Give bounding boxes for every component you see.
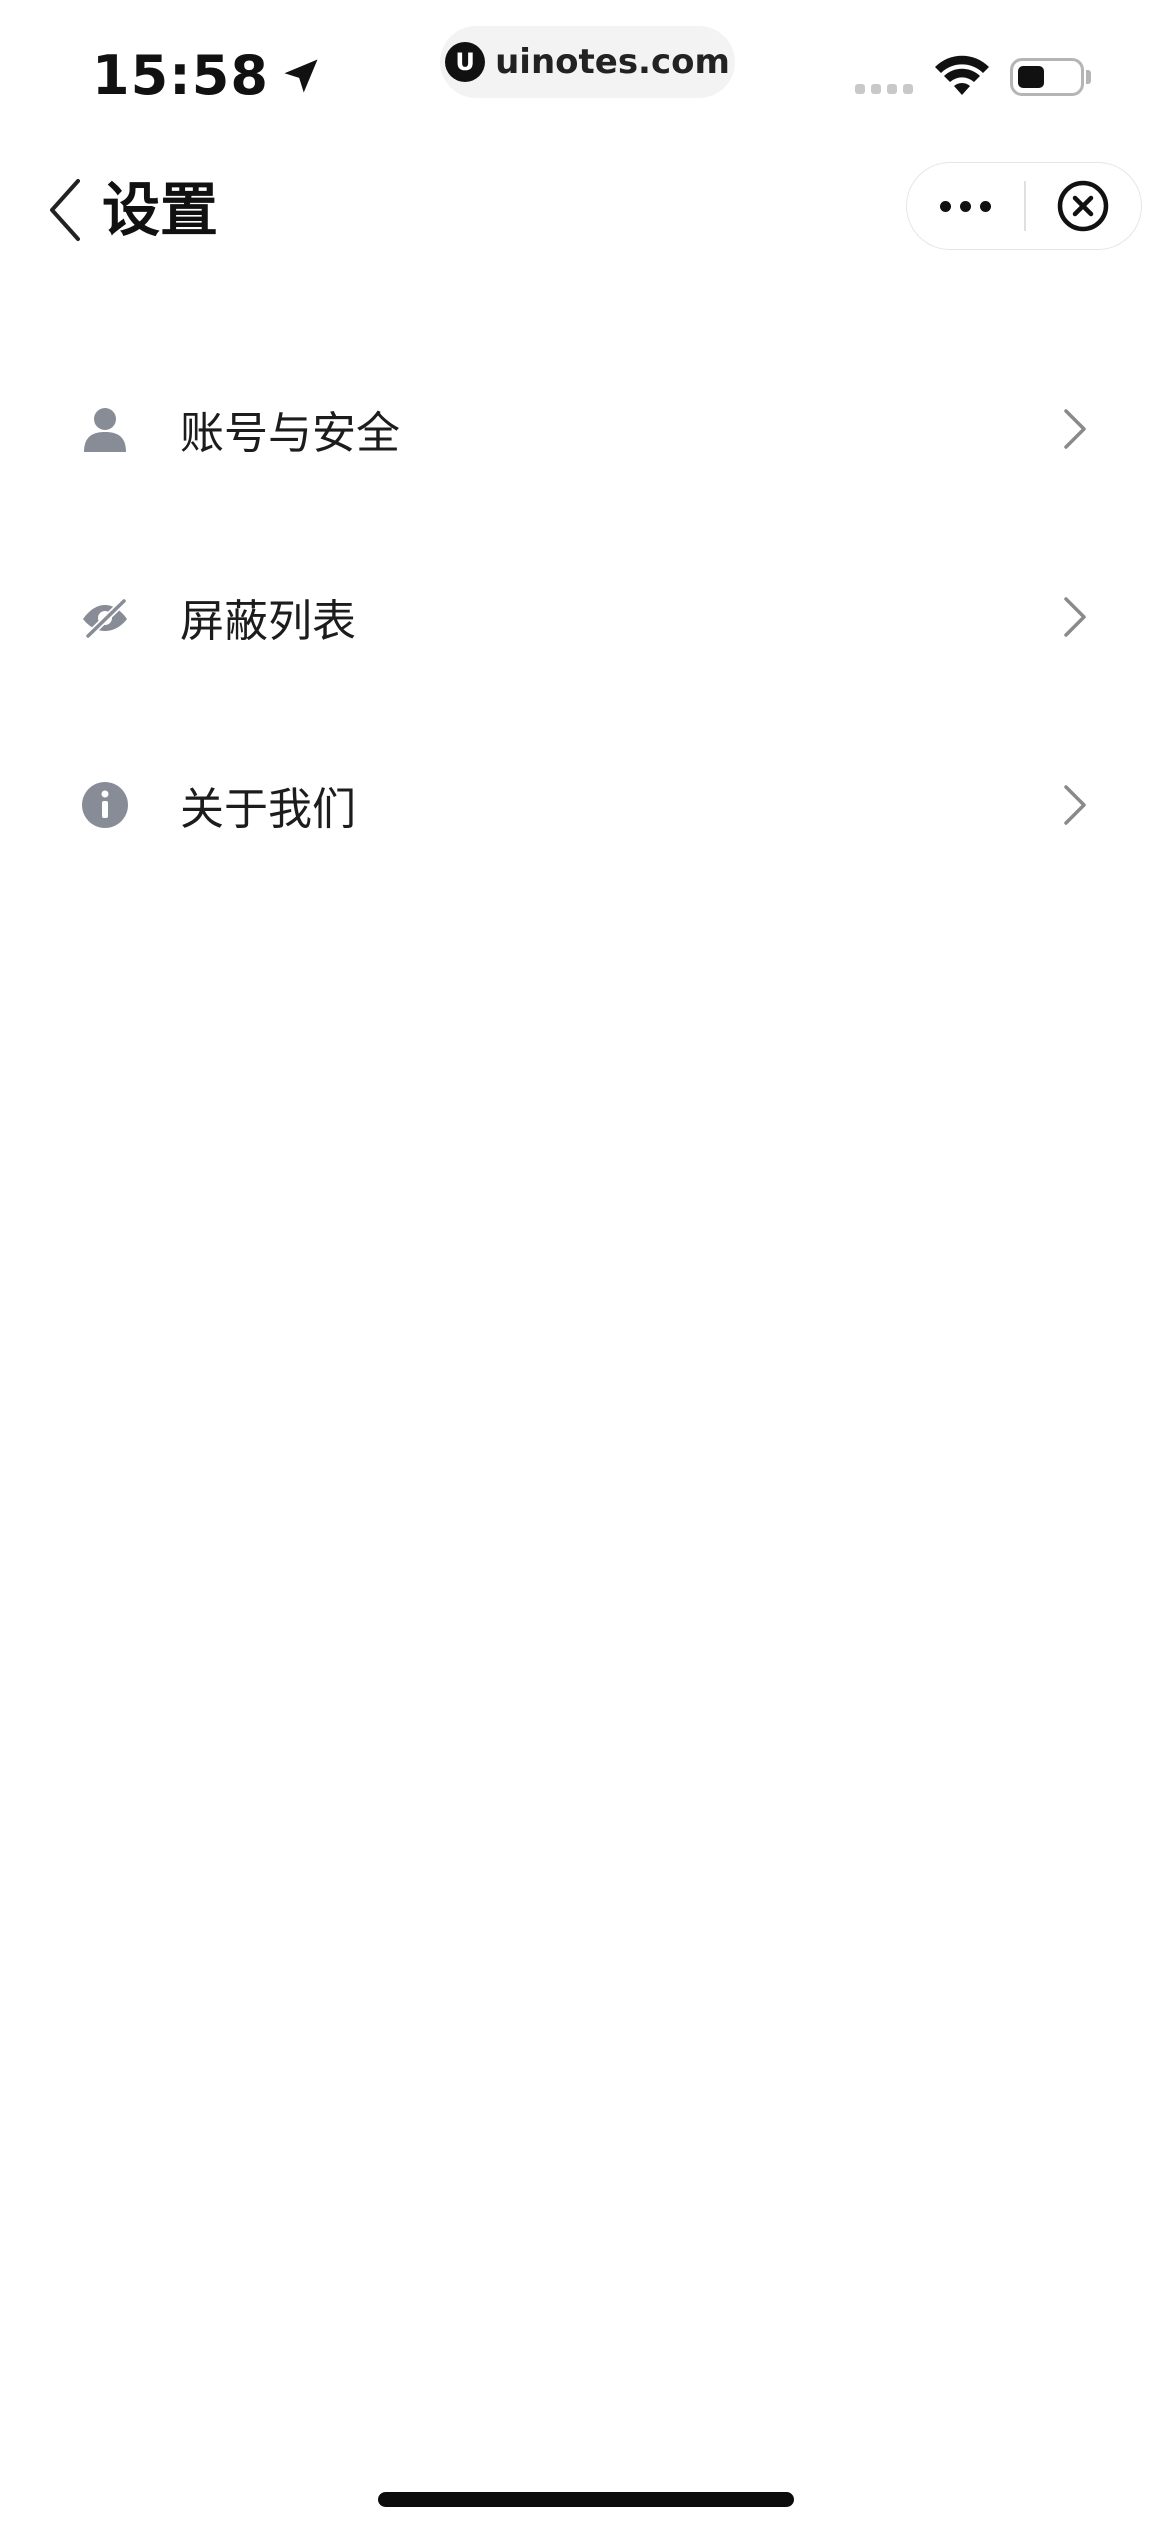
more-button[interactable] — [907, 163, 1024, 249]
status-bar-time: 15:58 — [92, 44, 323, 107]
battery-icon — [1010, 58, 1084, 96]
menu-item-label: 屏蔽列表 — [180, 596, 356, 647]
chevron-right-icon — [1062, 783, 1088, 827]
close-button[interactable] — [1026, 163, 1142, 249]
wifi-icon — [935, 55, 989, 95]
settings-menu: 账号与安全 屏蔽列表 关于我们 — [0, 335, 1170, 899]
more-dots-icon — [940, 200, 951, 212]
info-icon — [80, 780, 130, 830]
menu-item-label: 关于我们 — [180, 784, 356, 835]
user-icon — [80, 404, 130, 454]
menu-item-about-us[interactable]: 关于我们 — [0, 711, 1170, 899]
menu-item-block-list[interactable]: 屏蔽列表 — [0, 523, 1170, 711]
home-indicator[interactable] — [378, 2492, 794, 2507]
page-title: 设置 — [102, 176, 219, 244]
battery-level — [1018, 66, 1044, 88]
battery-cap — [1086, 70, 1091, 84]
close-circle-icon — [1058, 180, 1109, 232]
mini-program-capsule — [906, 162, 1142, 250]
menu-item-label: 账号与安全 — [180, 408, 400, 459]
status-time-text: 15:58 — [92, 44, 269, 107]
cellular-signal-icon — [855, 84, 913, 94]
url-text: uinotes.com — [495, 42, 730, 82]
site-logo-icon: U — [445, 42, 486, 82]
chevron-left-icon — [50, 179, 80, 241]
url-pill[interactable]: U uinotes.com — [440, 26, 735, 98]
eye-off-icon — [80, 592, 130, 642]
back-button[interactable] — [40, 170, 90, 250]
location-arrow-icon — [284, 59, 318, 92]
chevron-right-icon — [1062, 407, 1088, 451]
chevron-right-icon — [1062, 595, 1088, 639]
menu-item-account-security[interactable]: 账号与安全 — [0, 335, 1170, 523]
